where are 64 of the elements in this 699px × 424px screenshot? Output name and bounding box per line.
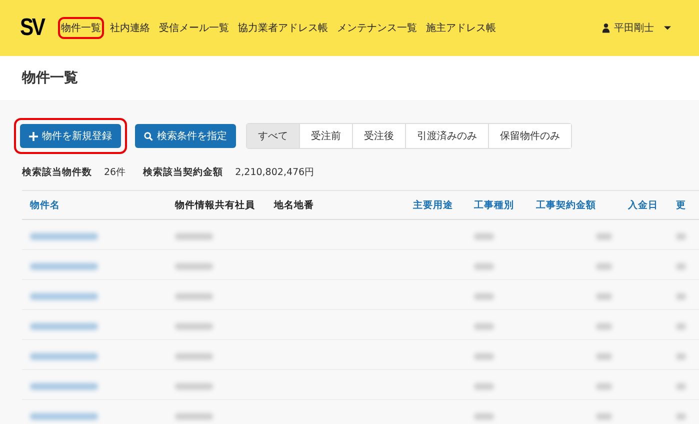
nav-link[interactable]: 施主アドレス帳: [423, 17, 500, 39]
add-button[interactable]: 物件を新規登録: [20, 124, 121, 148]
blurred-text: [676, 353, 686, 360]
user-menu[interactable]: 平田剛士: [602, 21, 671, 35]
blurred-link[interactable]: [30, 353, 98, 360]
sort-link[interactable]: 主要用途: [405, 198, 466, 212]
summary-label: 検索該当物件数: [22, 166, 92, 178]
blurred-text: [474, 383, 494, 390]
plus-icon: [29, 132, 38, 140]
blurred-text: [596, 353, 612, 360]
blurred-text: [474, 233, 494, 240]
search-button[interactable]: 検索条件を指定: [135, 124, 236, 148]
blurred-text: [175, 293, 213, 300]
blurred-text: [676, 383, 686, 390]
filter-button[interactable]: 保留物件のみ: [488, 124, 571, 148]
summary-value: 26件: [104, 166, 126, 178]
blurred-text: [596, 383, 612, 390]
blurred-text: [676, 413, 686, 420]
blurred-text: [676, 323, 686, 330]
blurred-link[interactable]: [30, 413, 98, 420]
column-header: 物件情報共有社員: [174, 198, 256, 212]
blurred-link[interactable]: [30, 263, 98, 270]
blurred-text: [676, 263, 686, 270]
user-icon: [602, 23, 610, 33]
sort-link[interactable]: 入金日: [620, 198, 668, 212]
summary-value: 2,210,802,476円: [235, 166, 315, 178]
nav-link[interactable]: 社内連絡: [107, 17, 154, 39]
column-header: 地名地番: [272, 198, 315, 212]
blurred-text: [474, 263, 494, 270]
nav-link[interactable]: 協力業者アドレス帳: [235, 17, 332, 39]
sort-link[interactable]: 工事種別: [466, 198, 528, 212]
blurred-text: [596, 233, 612, 240]
filter-button[interactable]: すべて: [247, 124, 299, 148]
blurred-text: [175, 353, 213, 360]
sort-link[interactable]: 物件名: [22, 198, 167, 212]
blurred-text: [596, 263, 612, 270]
nav-link[interactable]: メンテナンス一覧: [334, 17, 420, 39]
blurred-text: [676, 233, 686, 240]
summary-label: 検索該当契約金額: [143, 166, 224, 178]
blurred-text: [474, 353, 494, 360]
blurred-text: [596, 413, 612, 420]
page-title: 物件一覧: [22, 69, 78, 87]
sort-link[interactable]: 工事契約金額: [528, 198, 620, 212]
sort-link[interactable]: 更: [668, 198, 699, 212]
blurred-text: [175, 383, 213, 390]
blurred-text: [175, 263, 213, 270]
nav-link[interactable]: 受信メール一覧: [156, 17, 232, 39]
blurred-text: [175, 323, 213, 330]
blurred-link[interactable]: [30, 293, 98, 300]
blurred-text: [474, 293, 494, 300]
blurred-text: [474, 323, 494, 330]
blurred-text: [175, 413, 213, 420]
blurred-text: [596, 293, 612, 300]
blurred-link[interactable]: [30, 383, 98, 390]
blurred-text: [676, 293, 686, 300]
logo[interactable]: SV: [20, 14, 44, 42]
blurred-link[interactable]: [30, 323, 98, 330]
nav-link[interactable]: 物件一覧: [58, 17, 104, 39]
caret-icon: [664, 26, 671, 30]
blurred-text: [596, 323, 612, 330]
blurred-text: [175, 233, 213, 240]
blurred-link[interactable]: [30, 233, 98, 240]
search-icon: [144, 132, 153, 140]
blurred-text: [474, 413, 494, 420]
